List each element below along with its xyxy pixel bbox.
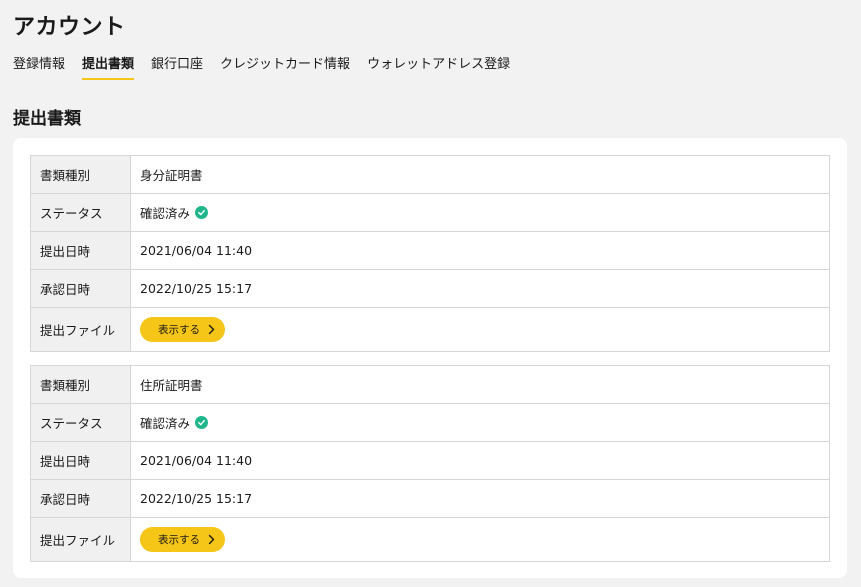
document-table-identity: 書類種別 身分証明書 ステータス 確認済み 提出日時 2021/06/04 11… xyxy=(30,155,830,352)
doc-type-value: 身分証明書 xyxy=(130,155,830,194)
tab-registration-info[interactable]: 登録情報 xyxy=(13,53,65,80)
account-tabs: 登録情報 提出書類 銀行口座 クレジットカード情報 ウォレットアドレス登録 xyxy=(13,53,510,80)
table-row: 提出ファイル 表示する xyxy=(30,307,830,352)
file-cell: 表示する xyxy=(130,517,830,562)
chevron-right-icon xyxy=(208,324,215,335)
chevron-right-icon xyxy=(208,534,215,545)
status-label: ステータス xyxy=(30,403,131,442)
check-circle-icon xyxy=(195,416,209,429)
documents-card: 書類種別 身分証明書 ステータス 確認済み 提出日時 2021/06/04 11… xyxy=(13,138,847,578)
status-badge: 確認済み xyxy=(140,413,209,432)
view-file-button[interactable]: 表示する xyxy=(140,317,225,342)
table-row: 提出日時 2021/06/04 11:40 xyxy=(30,231,830,270)
table-row: ステータス 確認済み xyxy=(30,403,830,442)
tab-credit-card[interactable]: クレジットカード情報 xyxy=(220,53,350,80)
doc-type-label: 書類種別 xyxy=(30,155,131,194)
table-row: ステータス 確認済み xyxy=(30,193,830,232)
tab-bank-account[interactable]: 銀行口座 xyxy=(151,53,203,80)
approved-at-label: 承認日時 xyxy=(30,479,131,518)
table-row: 承認日時 2022/10/25 15:17 xyxy=(30,269,830,308)
tab-submitted-documents[interactable]: 提出書類 xyxy=(82,53,135,80)
doc-type-value: 住所証明書 xyxy=(130,365,830,404)
submitted-at-value: 2021/06/04 11:40 xyxy=(130,231,830,270)
submitted-at-value: 2021/06/04 11:40 xyxy=(130,441,830,480)
status-cell: 確認済み xyxy=(130,193,830,232)
check-circle-icon xyxy=(195,206,209,219)
tab-wallet-address[interactable]: ウォレットアドレス登録 xyxy=(367,53,510,80)
approved-at-value: 2022/10/25 15:17 xyxy=(130,479,830,518)
status-value: 確認済み xyxy=(140,416,191,431)
submitted-at-label: 提出日時 xyxy=(30,441,131,480)
status-value: 確認済み xyxy=(140,206,191,221)
section-title: 提出書類 xyxy=(13,109,81,129)
view-file-button[interactable]: 表示する xyxy=(140,527,225,552)
approved-at-label: 承認日時 xyxy=(30,269,131,308)
view-button-label: 表示する xyxy=(158,324,200,336)
file-label: 提出ファイル xyxy=(30,517,131,562)
view-button-label: 表示する xyxy=(158,534,200,546)
file-label: 提出ファイル xyxy=(30,307,131,352)
page-title: アカウント xyxy=(13,15,126,40)
table-row: 書類種別 住所証明書 xyxy=(30,365,830,404)
doc-type-label: 書類種別 xyxy=(30,365,131,404)
approved-at-value: 2022/10/25 15:17 xyxy=(130,269,830,308)
status-badge: 確認済み xyxy=(140,203,209,222)
submitted-at-label: 提出日時 xyxy=(30,231,131,270)
table-row: 提出ファイル 表示する xyxy=(30,517,830,562)
table-row: 書類種別 身分証明書 xyxy=(30,155,830,194)
table-row: 提出日時 2021/06/04 11:40 xyxy=(30,441,830,480)
table-row: 承認日時 2022/10/25 15:17 xyxy=(30,479,830,518)
status-cell: 確認済み xyxy=(130,403,830,442)
document-table-address: 書類種別 住所証明書 ステータス 確認済み 提出日時 2021/06/04 11… xyxy=(30,365,830,562)
status-label: ステータス xyxy=(30,193,131,232)
file-cell: 表示する xyxy=(130,307,830,352)
